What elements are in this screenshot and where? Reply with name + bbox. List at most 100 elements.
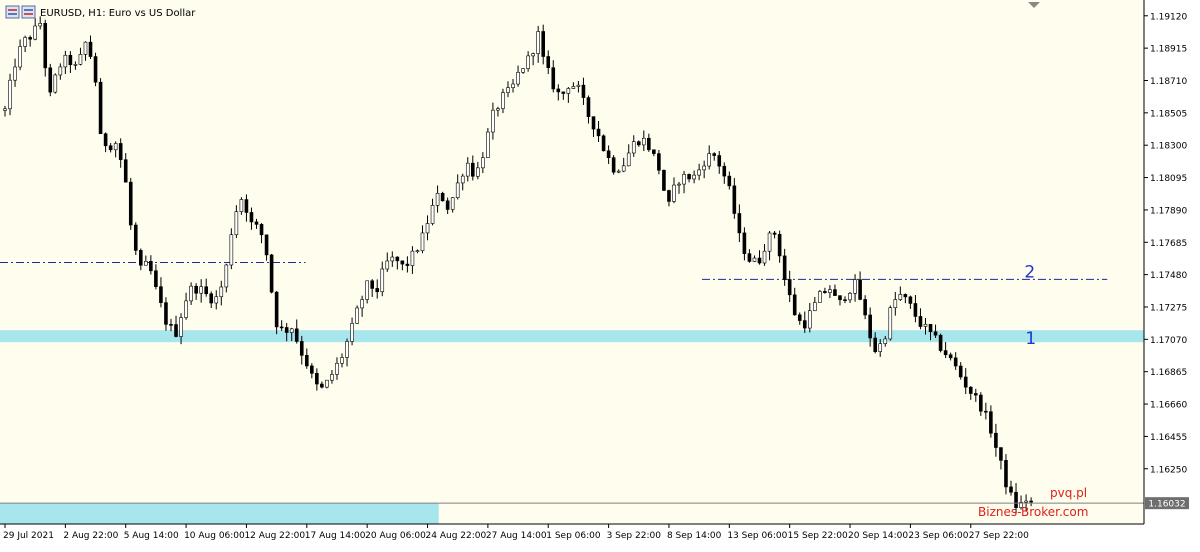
chart-window[interactable]: 21 1.19120 1.18915 1.18710 1.18505 1.18300 1.… <box>0 0 1200 548</box>
candle-body <box>677 183 681 186</box>
candle-body <box>521 68 525 73</box>
candle-body <box>254 221 259 225</box>
price-tick-label: 1.18505 <box>1150 109 1187 119</box>
candle-body <box>299 341 304 356</box>
candle-body <box>933 331 938 336</box>
annotation-2: 2 <box>1024 262 1035 282</box>
candle-body <box>149 261 153 272</box>
candle-body <box>108 145 113 151</box>
candle-body <box>425 223 430 234</box>
candle-body <box>405 263 410 266</box>
candle-body <box>113 143 118 151</box>
candle-body <box>953 357 958 367</box>
candle-body <box>179 317 183 337</box>
candle-body <box>667 190 671 202</box>
candle-body <box>118 143 123 161</box>
price-axis-ticks: 1.19120 1.18915 1.18710 1.18505 1.18300 1.180… <box>1144 12 1187 475</box>
time-tick-label: 27 Sep 22:00 <box>969 531 1029 541</box>
candle-body <box>73 64 78 66</box>
candle-body <box>78 54 83 65</box>
time-tick-label: 15 Sep 22:00 <box>788 531 848 541</box>
candle-body <box>189 285 193 302</box>
candle-body <box>973 393 978 396</box>
candle-body <box>310 365 314 374</box>
price-tick-label: 1.16455 <box>1150 433 1187 443</box>
candle-body <box>566 88 571 94</box>
candle-body <box>144 261 148 266</box>
watermark-pvq: pvq.pl <box>1050 486 1087 500</box>
candle-body <box>450 197 455 210</box>
candle-body <box>596 128 601 137</box>
candle-body <box>63 54 68 68</box>
candle-body <box>28 37 32 40</box>
candle-body <box>984 410 988 413</box>
candle-body <box>184 300 188 318</box>
candle-body <box>274 291 279 328</box>
candle-body <box>88 41 93 57</box>
candle-body <box>928 323 933 333</box>
candle-body <box>199 286 203 294</box>
candle-body <box>782 255 787 280</box>
candle-body <box>365 280 369 300</box>
candle-body <box>863 299 867 316</box>
candle-body <box>878 343 883 352</box>
price-tick-label: 1.17890 <box>1150 206 1187 216</box>
zone-bottom <box>0 503 439 524</box>
candle-body <box>888 307 893 340</box>
candle-body <box>737 213 742 234</box>
candle-body <box>133 224 138 251</box>
candle-body <box>621 165 626 172</box>
candle-body <box>777 234 782 257</box>
candle-body <box>682 174 686 185</box>
candle-body <box>48 67 53 93</box>
candle-body <box>541 31 546 57</box>
eurusd-price-chart[interactable]: 21 1.191201.189151.187101.185051.183001.… <box>0 0 1200 548</box>
price-tick-label: 1.18915 <box>1150 45 1187 55</box>
candle-body <box>636 141 641 146</box>
candle-body <box>284 327 289 333</box>
candle-body <box>813 302 817 312</box>
candle-body <box>385 260 390 270</box>
candle-body <box>214 296 219 304</box>
candle-body <box>843 299 847 302</box>
candle-body <box>807 310 812 329</box>
time-tick-label: 1 Sep 06:00 <box>546 531 601 541</box>
price-tick-label: 1.18300 <box>1150 142 1187 152</box>
candle-body <box>546 56 551 68</box>
candle-body <box>38 23 43 27</box>
current-price-value: 1.16032 <box>1148 500 1185 510</box>
candle-body <box>968 386 973 394</box>
candle-body <box>395 256 400 262</box>
candle-body <box>320 383 324 388</box>
candle-body <box>390 256 395 262</box>
candle-body <box>657 153 661 171</box>
candle-body <box>868 314 872 339</box>
candle-body <box>229 234 234 266</box>
candle-body <box>289 328 294 333</box>
candle-body <box>194 285 198 294</box>
candle-body <box>757 257 762 264</box>
candle-body <box>103 133 108 147</box>
candle-body <box>491 109 495 133</box>
candle-body <box>139 250 143 266</box>
candle-body <box>606 150 611 158</box>
candle-body <box>93 56 98 83</box>
candle-body <box>526 55 530 69</box>
candle-body <box>994 432 998 448</box>
candle-body <box>581 84 586 98</box>
candle-body <box>642 137 646 146</box>
candle-body <box>762 250 767 264</box>
candle-body <box>938 334 943 351</box>
candle-body <box>23 37 27 47</box>
candle-body <box>576 84 581 87</box>
candle-body <box>631 141 636 154</box>
candle-body <box>586 97 591 117</box>
candle-body <box>858 279 862 300</box>
candle-body <box>662 169 666 191</box>
candle-body <box>435 192 440 206</box>
candle-body <box>943 350 948 356</box>
candle-body <box>204 286 208 295</box>
candle-body <box>335 362 339 375</box>
candle-body <box>531 53 535 57</box>
time-tick-label: 12 Aug 22:00 <box>244 531 305 541</box>
